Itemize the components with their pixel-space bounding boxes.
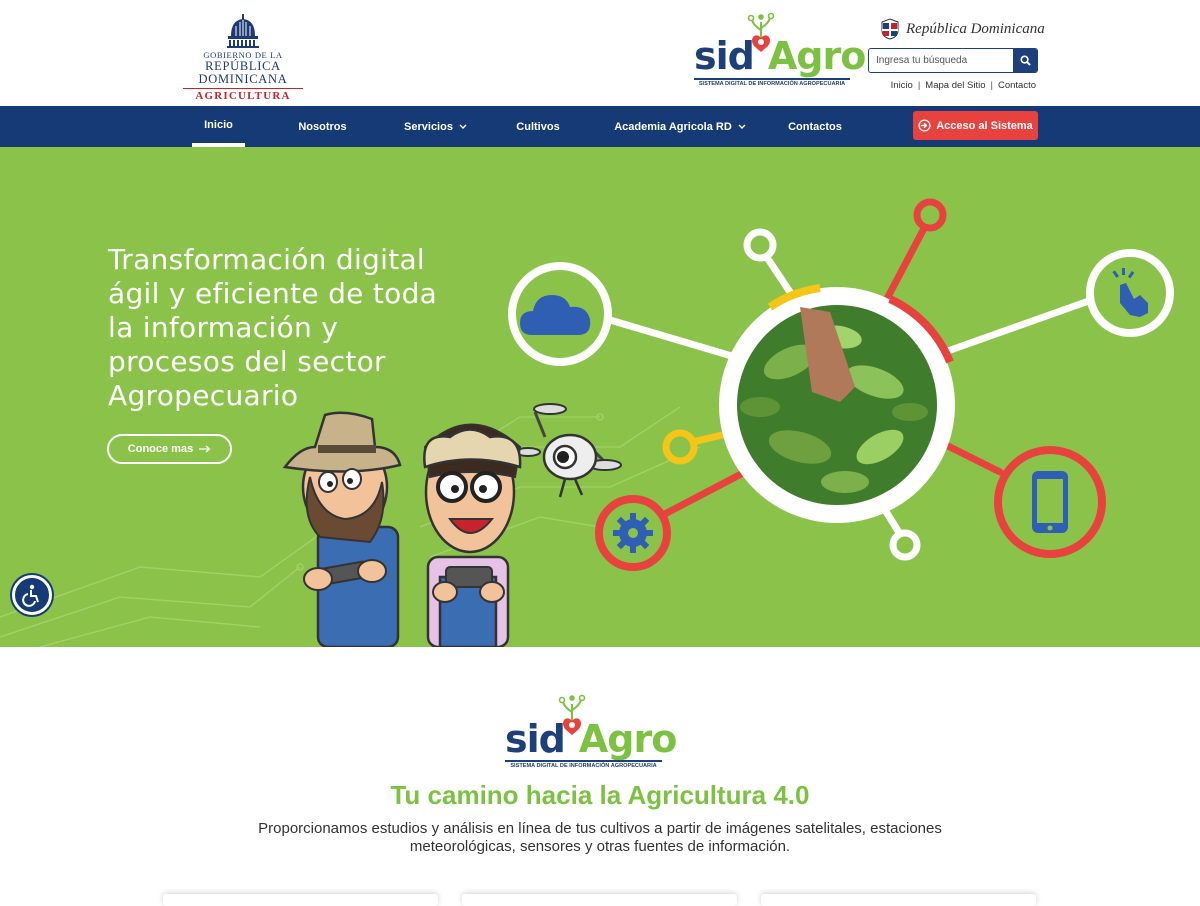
sidagro-header-tagline: SISTEMA DIGITAL DE INFORMACIÓN AGROPECUA… xyxy=(694,78,850,89)
nav-item-label: Academia Agricola RD xyxy=(614,120,732,133)
drone-illustration xyxy=(515,403,622,498)
nav-item-label: Servicios xyxy=(404,120,453,133)
sidagro-agro-text: Agro xyxy=(767,34,866,78)
sidagro-section-logo: sid Agro SISTEMA DIGITAL DE INFORMACIÓN A… xyxy=(505,693,677,771)
gov-logo-divider xyxy=(183,88,303,89)
sidagro-sid-text: sid xyxy=(694,34,755,78)
gobierno-agricultura-logo[interactable]: GOBIERNO DE LA REPÚBLICA DOMINICANA AGRI… xyxy=(163,14,323,102)
chevron-down-icon xyxy=(738,124,746,129)
smartphone-icon xyxy=(1032,471,1068,533)
hero-title: Transformación digital ágil y eficiente … xyxy=(108,243,438,412)
sidagro-header-wordmark: sid Agro xyxy=(694,34,866,78)
service-card[interactable] xyxy=(163,894,438,906)
nav-item-servicios[interactable]: Servicios xyxy=(398,106,473,147)
wheelchair-icon xyxy=(22,584,39,607)
sidagro-header-logo[interactable]: sid Agro SISTEMA DIGITAL DE INFORMACIÓN A… xyxy=(694,12,866,90)
chevron-down-icon xyxy=(459,124,467,129)
gov-logo-line2: REPÚBLICA DOMINICANA xyxy=(198,59,288,86)
nav-item-inicio[interactable]: Inicio xyxy=(192,106,245,147)
farmer-man-illustration xyxy=(282,411,402,647)
gov-logo-line3: AGRICULTURA xyxy=(195,90,291,102)
learn-more-button[interactable]: Conoce mas xyxy=(107,434,232,464)
learn-more-label: Conoce mas xyxy=(127,443,194,455)
search-button[interactable] xyxy=(1013,49,1037,72)
sidagro-sid-text: sid xyxy=(505,717,566,761)
nav-item-academia[interactable]: Academia Agricola RD xyxy=(612,106,748,147)
sidagro-section-wordmark: sid Agro xyxy=(505,717,677,761)
nav-item-label: Nosotros xyxy=(298,120,347,133)
capitol-dome-icon xyxy=(227,14,259,48)
sidagro-section-tagline: SISTEMA DIGITAL DE INFORMACIÓN AGROPECUA… xyxy=(505,760,662,771)
service-card[interactable] xyxy=(761,894,1036,906)
link-mapa-del-sitio[interactable]: Mapa del Sitio xyxy=(925,80,985,91)
nav-item-label: Contactos xyxy=(788,120,842,133)
link-contacto[interactable]: Contacto xyxy=(998,80,1036,91)
sidagro-agro-text: Agro xyxy=(578,717,677,761)
farmer-woman-illustration xyxy=(423,423,522,647)
link-inicio[interactable]: Inicio xyxy=(891,80,913,91)
republica-dominicana-brand[interactable]: República Dominicana xyxy=(880,18,1045,40)
intro-title: Tu camino hacia la Agricultura 4.0 xyxy=(390,780,810,810)
arrow-right-icon xyxy=(199,445,211,453)
accessibility-button[interactable] xyxy=(12,575,52,615)
service-card[interactable] xyxy=(462,894,737,906)
search-form xyxy=(868,48,1038,73)
access-system-button[interactable]: Acceso al Sistema xyxy=(913,111,1038,140)
utility-links: Inicio | Mapa del Sitio | Contacto xyxy=(891,80,1036,91)
access-system-label: Acceso al Sistema xyxy=(936,119,1033,132)
site-header: GOBIERNO DE LA REPÚBLICA DOMINICANA AGRI… xyxy=(0,0,1200,106)
search-icon xyxy=(1019,55,1031,66)
rd-brand-text: República Dominicana xyxy=(906,20,1045,37)
nav-item-label: Cultivos xyxy=(516,120,560,133)
gear-icon xyxy=(613,513,653,553)
nav-item-nosotros[interactable]: Nosotros xyxy=(290,106,355,147)
nav-item-cultivos[interactable]: Cultivos xyxy=(508,106,568,147)
intro-description: Proporcionamos estudios y análisis en lí… xyxy=(258,820,942,855)
link-separator: | xyxy=(990,80,993,91)
coat-of-arms-icon xyxy=(881,18,899,40)
search-input[interactable] xyxy=(869,49,1013,72)
login-icon xyxy=(918,119,931,132)
link-separator: | xyxy=(917,80,921,91)
nav-item-contactos[interactable]: Contactos xyxy=(780,106,850,147)
nav-item-label: Inicio xyxy=(204,118,233,131)
hero-banner: Transformación digital ágil y eficiente … xyxy=(0,147,1200,647)
